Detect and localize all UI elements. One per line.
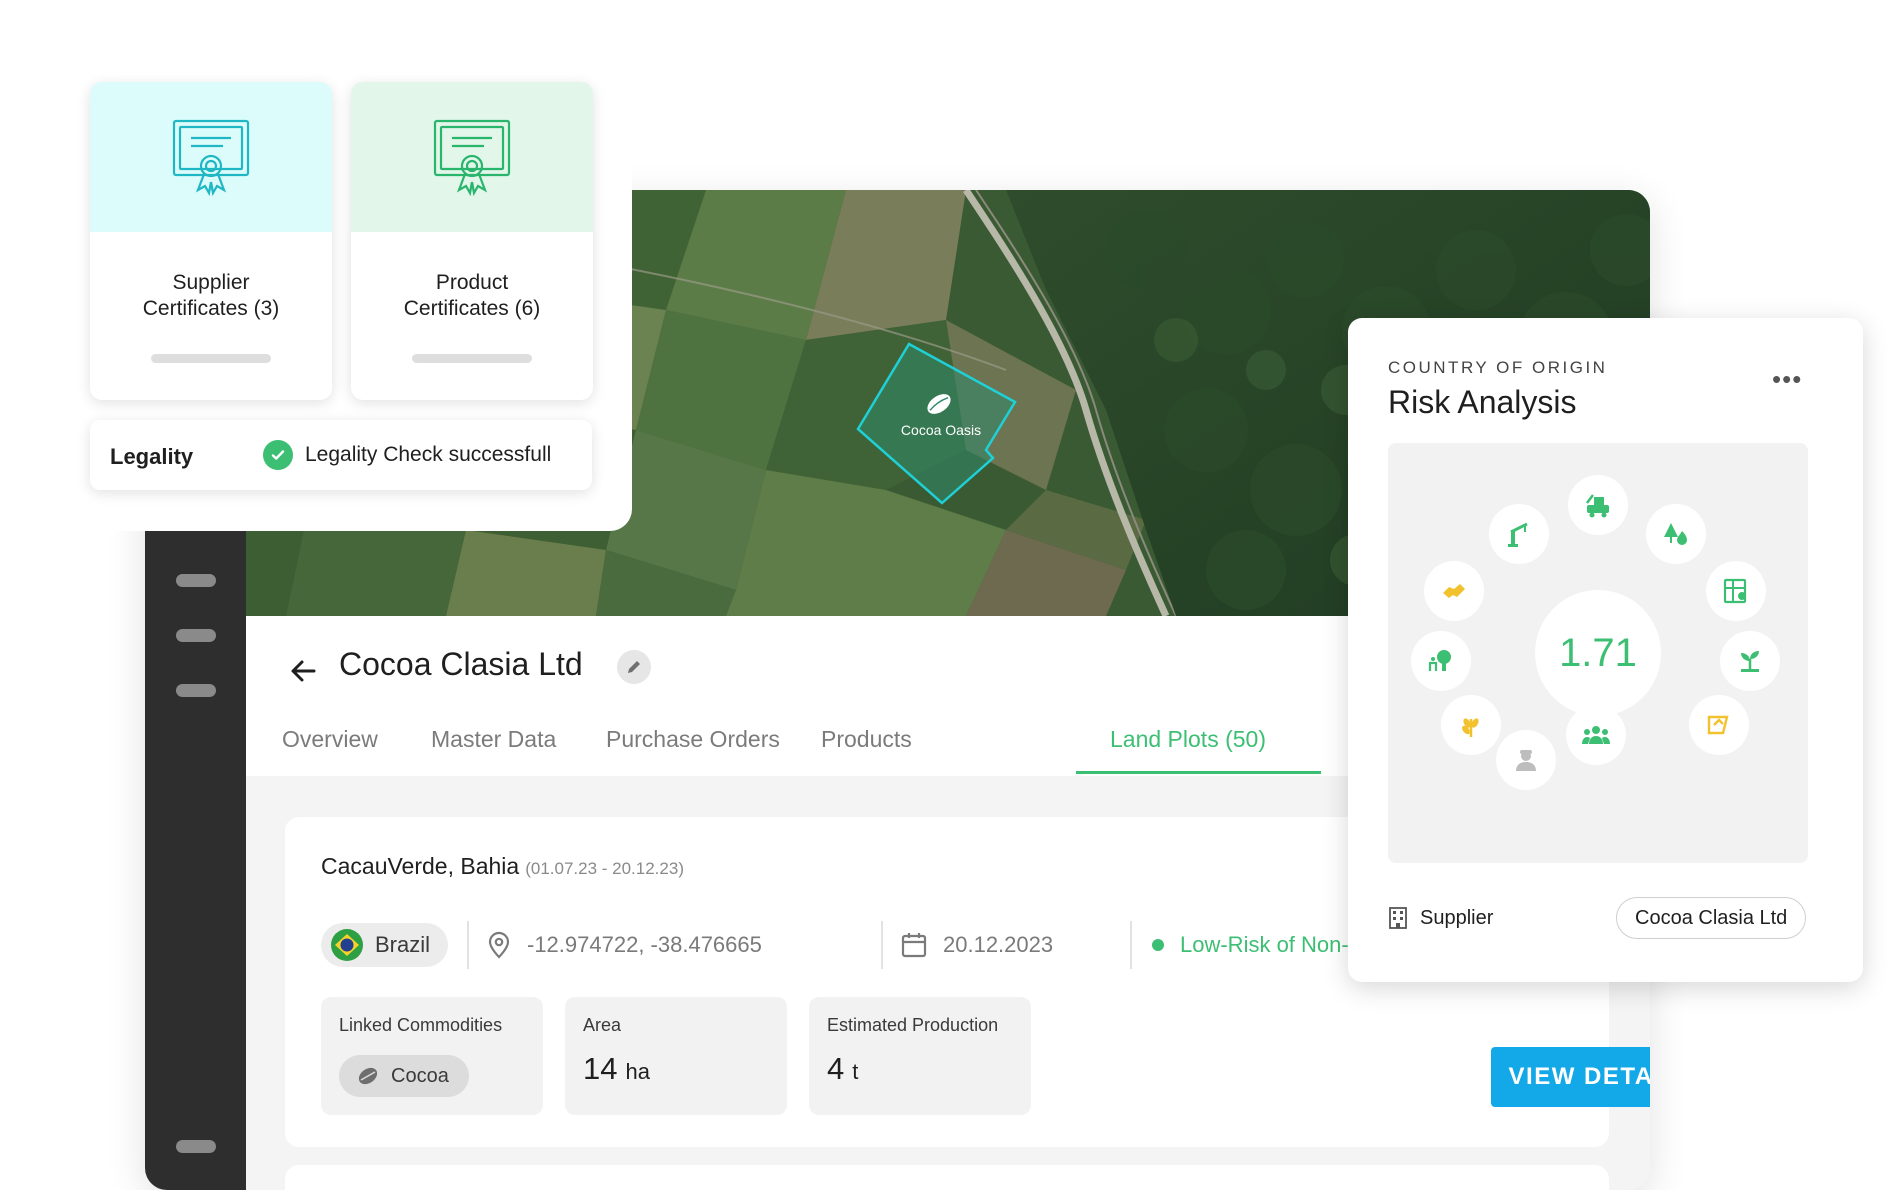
sidebar-item-1[interactable] [176,574,216,587]
calendar-icon [901,933,927,958]
plot-name: CacauVerde, Bahia (01.07.23 - 20.12.23) [321,853,684,880]
tab-products[interactable]: Products [821,726,912,753]
estimated-production-tile: Estimated Production 4t [809,997,1031,1115]
area-label: Area [583,1015,622,1035]
cocoa-bean-icon [358,1067,378,1085]
supplier-certificates-title: Supplier [172,271,250,294]
commodity-name: Cocoa [391,1064,449,1087]
back-arrow-icon[interactable] [286,654,320,688]
sidebar-item-bottom[interactable] [176,1140,216,1153]
wheat-harvest-icon[interactable] [1441,695,1501,755]
area-number: 14 [583,1051,618,1086]
pencil-icon [628,661,640,673]
risk-title: Risk Analysis [1388,384,1577,420]
certificate-icon [172,119,250,196]
risk-wheel: 1.71 [1388,443,1808,863]
supplier-chip[interactable]: Cocoa Clasia Ltd [1616,897,1807,939]
country-name: Brazil [375,932,431,957]
production-unit: t [852,1059,859,1084]
area-tile: Area 14 ha [565,997,787,1115]
location-pin-icon [488,931,510,959]
linked-commodities-tile: Linked Commodities Cocoa [321,997,543,1115]
area-unit: ha [625,1059,650,1084]
legality-status: Legality Check successfull [263,440,551,470]
active-tab-indicator [1076,771,1321,774]
legality-label: Legality [110,444,194,469]
supplier-label: Supplier [1420,906,1494,929]
production-number: 4 [827,1051,845,1086]
edit-button[interactable] [617,650,651,684]
view-details-button[interactable]: VIEW DETAILS [1491,1047,1650,1107]
supplier-certificates-card[interactable]: Supplier Certificates (3) [90,82,332,400]
plot-title: CacauVerde, Bahia [321,853,520,879]
placeholder-bar [412,354,532,363]
product-certificates-count: Certificates (6) [403,297,541,320]
product-certificates-header [351,82,593,232]
supplier-certificates-count: Certificates (3) [142,297,280,320]
coordinates-value: -12.974722, -38.476665 [527,932,762,957]
land-map-icon[interactable] [1706,561,1766,621]
commodity-chip[interactable]: Cocoa [339,1055,469,1097]
more-options-icon[interactable]: ••• [1772,364,1802,395]
worker-icon[interactable] [1496,730,1556,790]
forest-fire-icon[interactable] [1646,504,1706,564]
divider [467,921,469,969]
land-plot-card-next [285,1165,1609,1190]
sidebar-item-3[interactable] [176,684,216,697]
tab-purchase-orders[interactable]: Purchase Orders [606,726,780,753]
area-value: 14 ha [583,1051,650,1087]
land-use-icon[interactable] [1411,631,1471,691]
check-circle-icon [263,440,293,470]
product-certificates-label: Product Certificates (6) [351,270,593,322]
country-chip: Brazil [321,923,449,967]
production-value: 4t [827,1051,858,1087]
handshake-icon[interactable] [1424,561,1484,621]
certificates-panel: Supplier Certificates (3) Product Certif… [0,0,632,531]
supplier-certificates-label: Supplier Certificates (3) [90,270,332,322]
legality-row: Legality Legality Check successfull [90,420,592,490]
tab-overview[interactable]: Overview [282,726,378,753]
sidebar-item-2[interactable] [176,629,216,642]
supplier-row: Supplier [1388,906,1493,930]
risk-score: 1.71 [1535,590,1661,716]
tab-master-data[interactable]: Master Data [431,726,556,753]
deforestation-machine-icon[interactable] [1568,475,1628,535]
community-icon[interactable] [1566,705,1626,765]
building-icon [1389,907,1407,929]
brazil-flag-icon [331,929,363,961]
date-value: 20.12.2023 [943,932,1054,957]
linked-commodities-label: Linked Commodities [339,1015,503,1035]
coordinates: -12.974722, -38.476665 [487,923,762,967]
plot-label: Cocoa Oasis [901,422,981,438]
document-signing-icon[interactable] [1689,695,1749,755]
placeholder-bar [151,354,271,363]
product-certificates-title: Product [435,271,509,294]
status-dot-icon [1152,939,1164,951]
divider [881,921,883,969]
page-title: Cocoa Clasia Ltd [339,646,583,682]
risk-eyebrow: COUNTRY OF ORIGIN [1388,358,1608,377]
legality-status-text: Legality Check successfull [305,443,552,466]
certificate-icon [433,119,511,196]
product-certificates-card[interactable]: Product Certificates (6) [351,82,593,400]
production-label: Estimated Production [827,1015,999,1035]
sapling-icon[interactable] [1720,631,1780,691]
plot-date: 20.12.2023 [901,923,1053,967]
risk-analysis-card: COUNTRY OF ORIGIN Risk Analysis ••• 1.71 [1348,318,1863,982]
supplier-certificates-header [90,82,332,232]
plot-dates: (01.07.23 - 20.12.23) [525,859,684,878]
tab-land-plots[interactable]: Land Plots (50) [1110,726,1266,753]
divider [1130,921,1132,969]
crane-icon[interactable] [1489,504,1549,564]
